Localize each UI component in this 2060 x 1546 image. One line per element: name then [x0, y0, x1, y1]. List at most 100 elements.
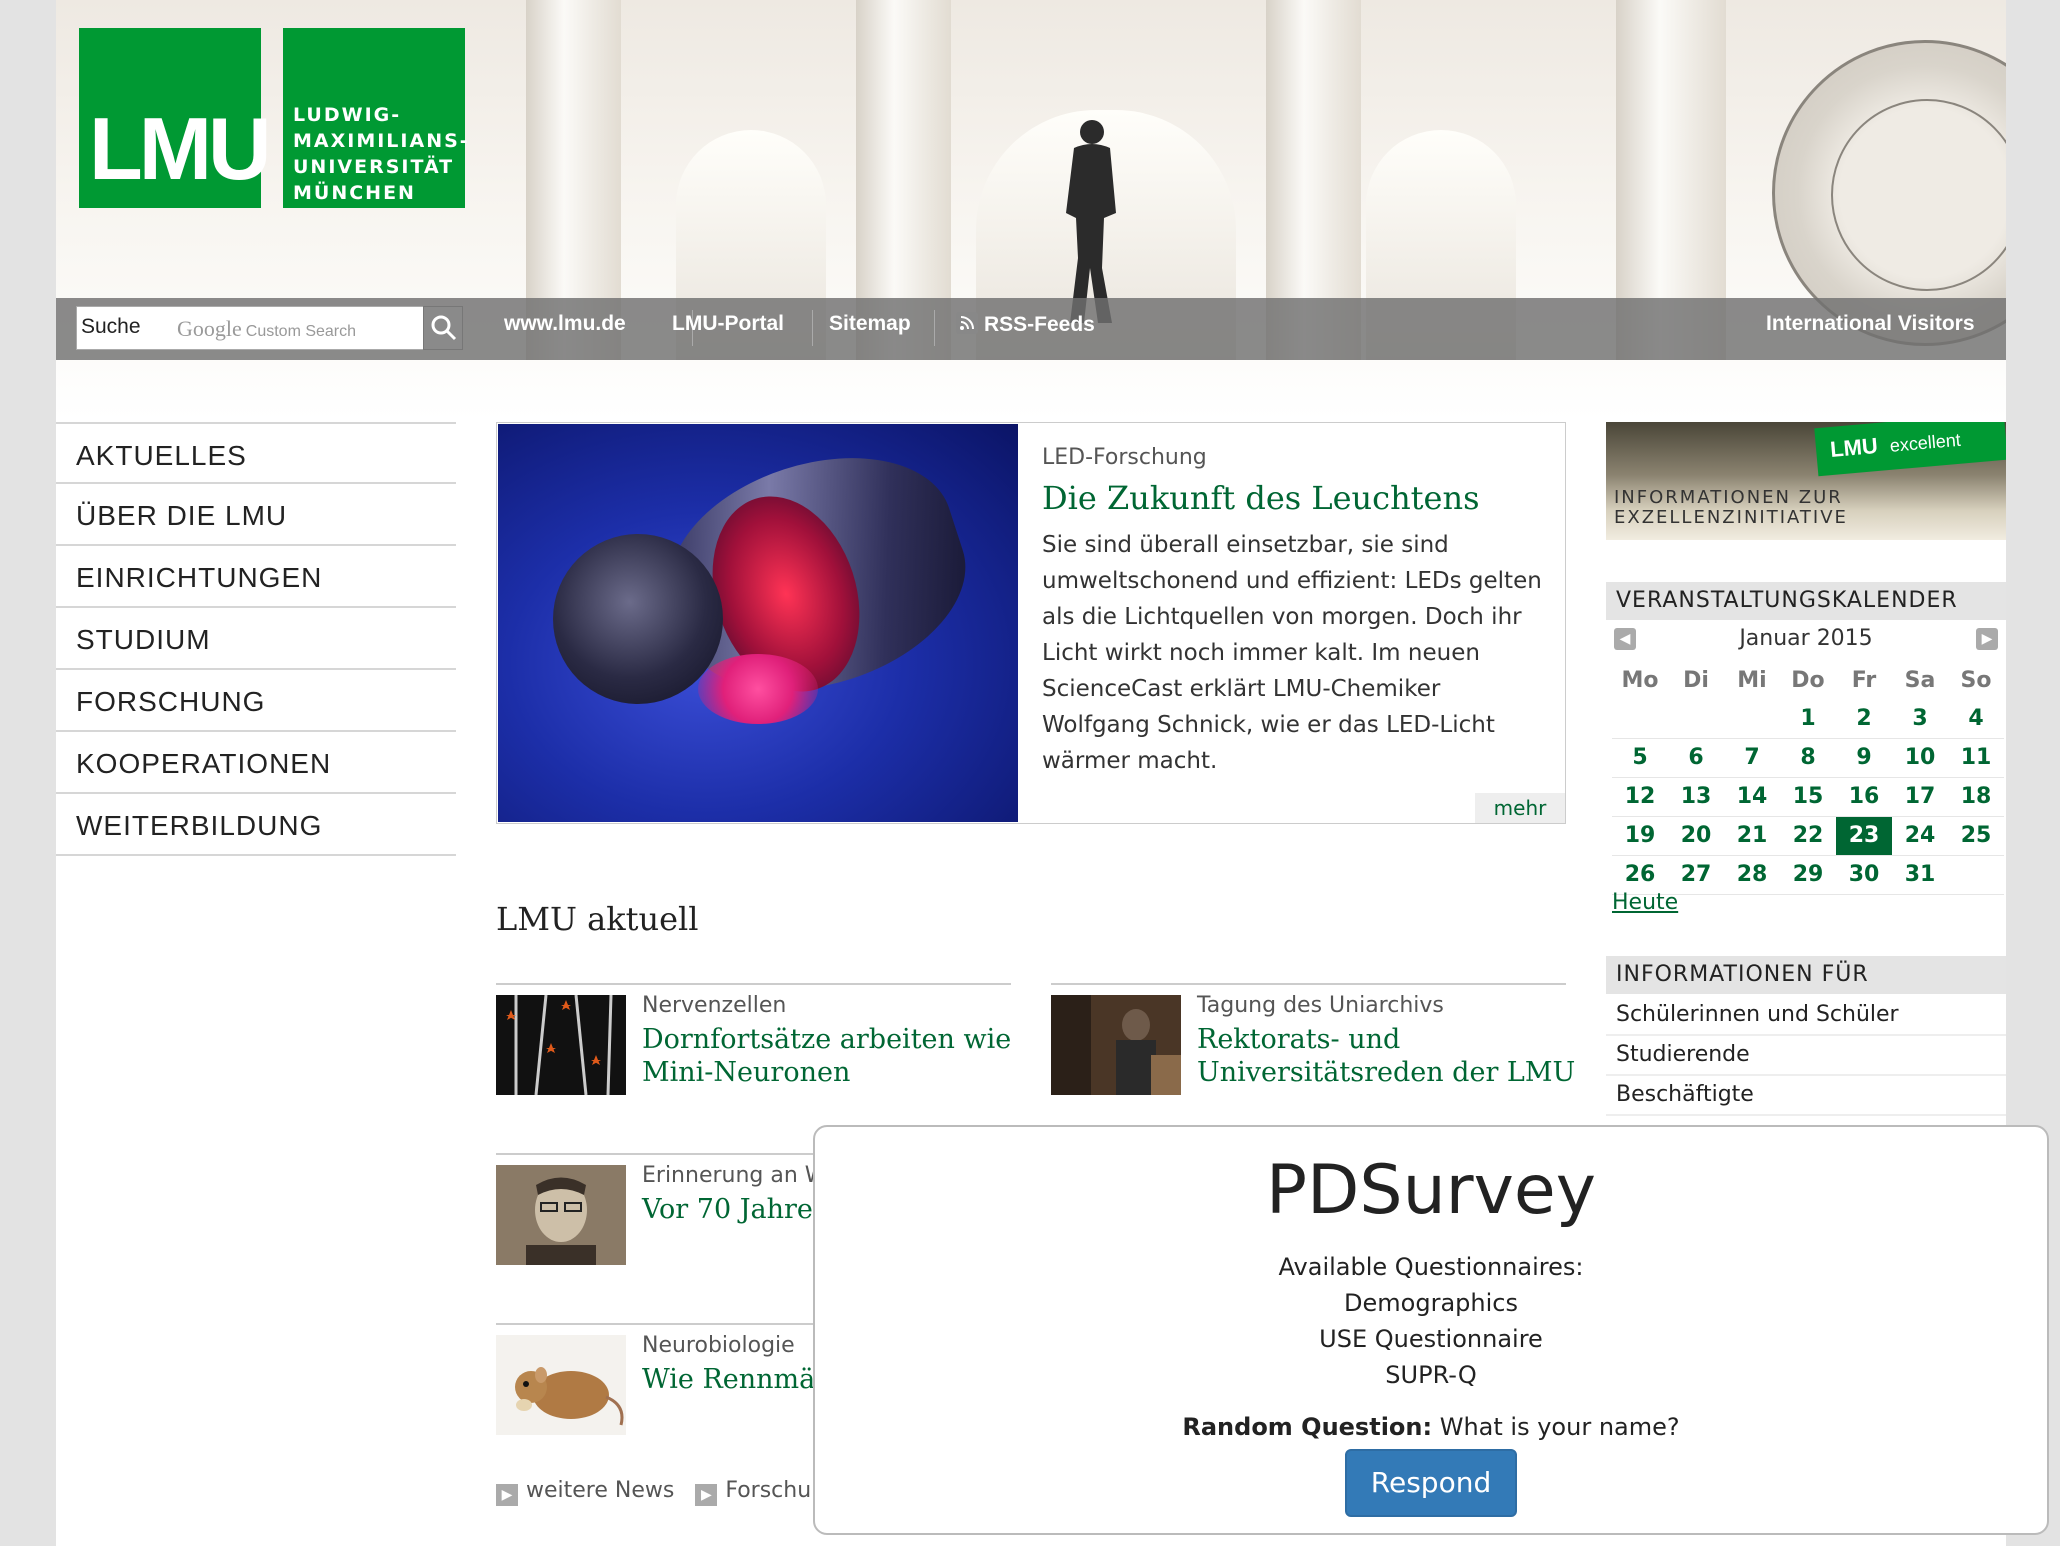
calendar-day[interactable]: 26 [1612, 856, 1668, 894]
arrow-right-icon: ▶ [496, 1484, 518, 1506]
calendar-day[interactable]: 20 [1668, 817, 1724, 855]
calendar-day[interactable]: 19 [1612, 817, 1668, 855]
calendar-day-selected[interactable]: 23 [1836, 817, 1892, 855]
nav-item-kooperationen[interactable]: KOOPERATIONEN [56, 732, 456, 794]
calendar-day[interactable]: 4 [1948, 700, 2004, 738]
calendar-day[interactable]: 8 [1780, 739, 1836, 777]
lmu-excellent-badge: LMU excellent [1814, 422, 2006, 477]
nav-link-sitemap[interactable]: Sitemap [829, 312, 911, 336]
respond-button[interactable]: Respond [1345, 1449, 1517, 1517]
calendar-day[interactable]: 31 [1892, 856, 1948, 894]
image-powder [698, 654, 818, 724]
calendar-day[interactable]: 18 [1948, 778, 2004, 816]
questionnaire-link[interactable]: USE Questionnaire [815, 1321, 2047, 1357]
calendar-prev-icon[interactable]: ◀ [1614, 628, 1636, 650]
weekday-label: Mi [1737, 668, 1767, 693]
nav-link-international[interactable]: International Visitors [1766, 312, 1975, 336]
more-research-link[interactable]: ▶ Forschu [695, 1478, 811, 1506]
feature-text: Sie sind überall einsetzbar, sie sind um… [1042, 532, 1542, 774]
calendar-day[interactable]: 29 [1780, 856, 1836, 894]
news-item[interactable]: Tagung des Uniarchivs Rektorats- und Uni… [1051, 983, 1575, 1095]
nav-link-portal[interactable]: LMU-Portal [672, 312, 784, 336]
google-label: Google [177, 316, 242, 341]
news-category: Tagung des Uniarchivs [1197, 993, 1444, 1018]
calendar-day[interactable]: 10 [1892, 739, 1948, 777]
questionnaires-label: Available Questionnaires: [1278, 1253, 1584, 1281]
calendar-day[interactable]: 6 [1668, 739, 1724, 777]
nav-item-forschung[interactable]: FORSCHUNG [56, 670, 456, 732]
calendar-day[interactable]: 16 [1836, 778, 1892, 816]
badge-lmu: LMU [1829, 432, 1879, 463]
info-link-beschaeftigte[interactable]: Beschäftigte [1606, 1076, 2006, 1116]
logo-line: UNIVERSITÄT [293, 156, 455, 178]
calendar-day[interactable]: 2 [1836, 700, 1892, 738]
main-navigation: AKTUELLES ÜBER DIE LMU EINRICHTUNGEN STU… [56, 422, 456, 856]
custom-search-label: Custom Search [245, 323, 357, 340]
nav-item-ueber-die-lmu[interactable]: ÜBER DIE LMU [56, 484, 456, 546]
calendar-day[interactable]: 1 [1780, 700, 1836, 738]
excellence-text: INFORMATIONEN ZUR EXZELLENZINITIATIVE [1614, 488, 1848, 528]
calendar-day[interactable]: 24 [1892, 817, 1948, 855]
search-input[interactable]: Suche Google Custom Search [76, 306, 424, 350]
calendar-day[interactable]: 12 [1612, 778, 1668, 816]
calendar-day[interactable]: 27 [1668, 856, 1724, 894]
calendar-day [1948, 856, 2004, 894]
calendar-day[interactable]: 30 [1836, 856, 1892, 894]
lmu-logo[interactable]: LMU [79, 28, 272, 208]
more-news-link[interactable]: ▶ weitere News [496, 1478, 674, 1506]
info-for-heading: INFORMATIONEN FÜR [1606, 956, 2006, 994]
calendar-day[interactable]: 5 [1612, 739, 1668, 777]
calendar-heading: VERANSTALTUNGSKALENDER [1606, 582, 2006, 620]
calendar-day[interactable]: 7 [1724, 739, 1780, 777]
calendar-day [1668, 700, 1724, 738]
questionnaire-link[interactable]: SUPR-Q [815, 1357, 2047, 1393]
nav-link-rss[interactable]: RSS-Feeds [956, 312, 1095, 337]
news-item[interactable]: Nervenzellen Dornfortsätze arbeiten wie … [496, 983, 1011, 1095]
badge-excellent: excellent [1888, 429, 1962, 456]
calendar-day[interactable]: 25 [1948, 817, 2004, 855]
calendar-day[interactable]: 3 [1892, 700, 1948, 738]
questionnaire-list: Demographics USE Questionnaire SUPR-Q [815, 1285, 2047, 1393]
news-title[interactable]: Dornfortsätze arbeiten wie Mini-Neuronen [642, 1023, 1022, 1089]
logo-line: MAXIMILIANS- [293, 130, 470, 152]
news-category: Nervenzellen [642, 993, 787, 1018]
excellence-initiative-banner[interactable]: LMU excellent INFORMATIONEN ZUR EXZELLEN… [1606, 422, 2006, 540]
calendar-day[interactable]: 21 [1724, 817, 1780, 855]
calendar-day[interactable]: 28 [1724, 856, 1780, 894]
info-link-schueler[interactable]: Schülerinnen und Schüler [1606, 996, 2006, 1036]
seal-inner-ring [1831, 99, 2006, 291]
news-thumbnail [1051, 995, 1181, 1095]
news-more-links: ▶ weitere News ▶ Forschu [496, 1478, 811, 1506]
more-link[interactable]: mehr [1475, 793, 1565, 823]
logo-line: LUDWIG- [293, 104, 402, 126]
feature-image[interactable] [498, 424, 1018, 822]
calendar-day[interactable]: 14 [1724, 778, 1780, 816]
calendar-day[interactable]: 17 [1892, 778, 1948, 816]
calendar-day[interactable]: 9 [1836, 739, 1892, 777]
calendar-day[interactable]: 15 [1780, 778, 1836, 816]
nav-item-studium[interactable]: STUDIUM [56, 608, 456, 670]
nav-link-www[interactable]: www.lmu.de [504, 312, 626, 336]
feature-title-link[interactable]: Die Zukunft des Leuchtens [1042, 479, 1480, 517]
nav-item-einrichtungen[interactable]: EINRICHTUNGEN [56, 546, 456, 608]
news-title[interactable]: Rektorats- und Universitätsreden der LMU [1197, 1023, 1577, 1089]
calendar-day[interactable]: 22 [1780, 817, 1836, 855]
survey-popup: PDSurvey Available Questionnaires: Demog… [813, 1125, 2049, 1535]
calendar-next-icon[interactable]: ▶ [1976, 628, 1998, 650]
university-name-logo[interactable]: LUDWIG- MAXIMILIANS- UNIVERSITÄT MÜNCHEN [283, 28, 470, 208]
nav-item-weiterbildung[interactable]: WEITERBILDUNG [56, 794, 456, 856]
questionnaire-link[interactable]: Demographics [815, 1285, 2047, 1321]
calendar-week: 5 6 7 8 9 10 11 [1612, 739, 2004, 778]
news-category: Erinnerung an W [642, 1163, 827, 1188]
calendar-day[interactable]: 11 [1948, 739, 2004, 777]
search-button[interactable] [423, 306, 463, 350]
today-link[interactable]: Heute [1612, 890, 1678, 915]
info-link-studierende[interactable]: Studierende [1606, 1036, 2006, 1076]
news-thumbnail [496, 1165, 626, 1265]
nav-item-aktuelles[interactable]: AKTUELLES [56, 422, 456, 484]
calendar-day[interactable]: 13 [1668, 778, 1724, 816]
weekday-label: So [1960, 668, 1992, 693]
walking-figure [1066, 120, 1116, 323]
rss-label: RSS-Feeds [984, 313, 1095, 336]
weekday-label: Do [1791, 668, 1825, 693]
